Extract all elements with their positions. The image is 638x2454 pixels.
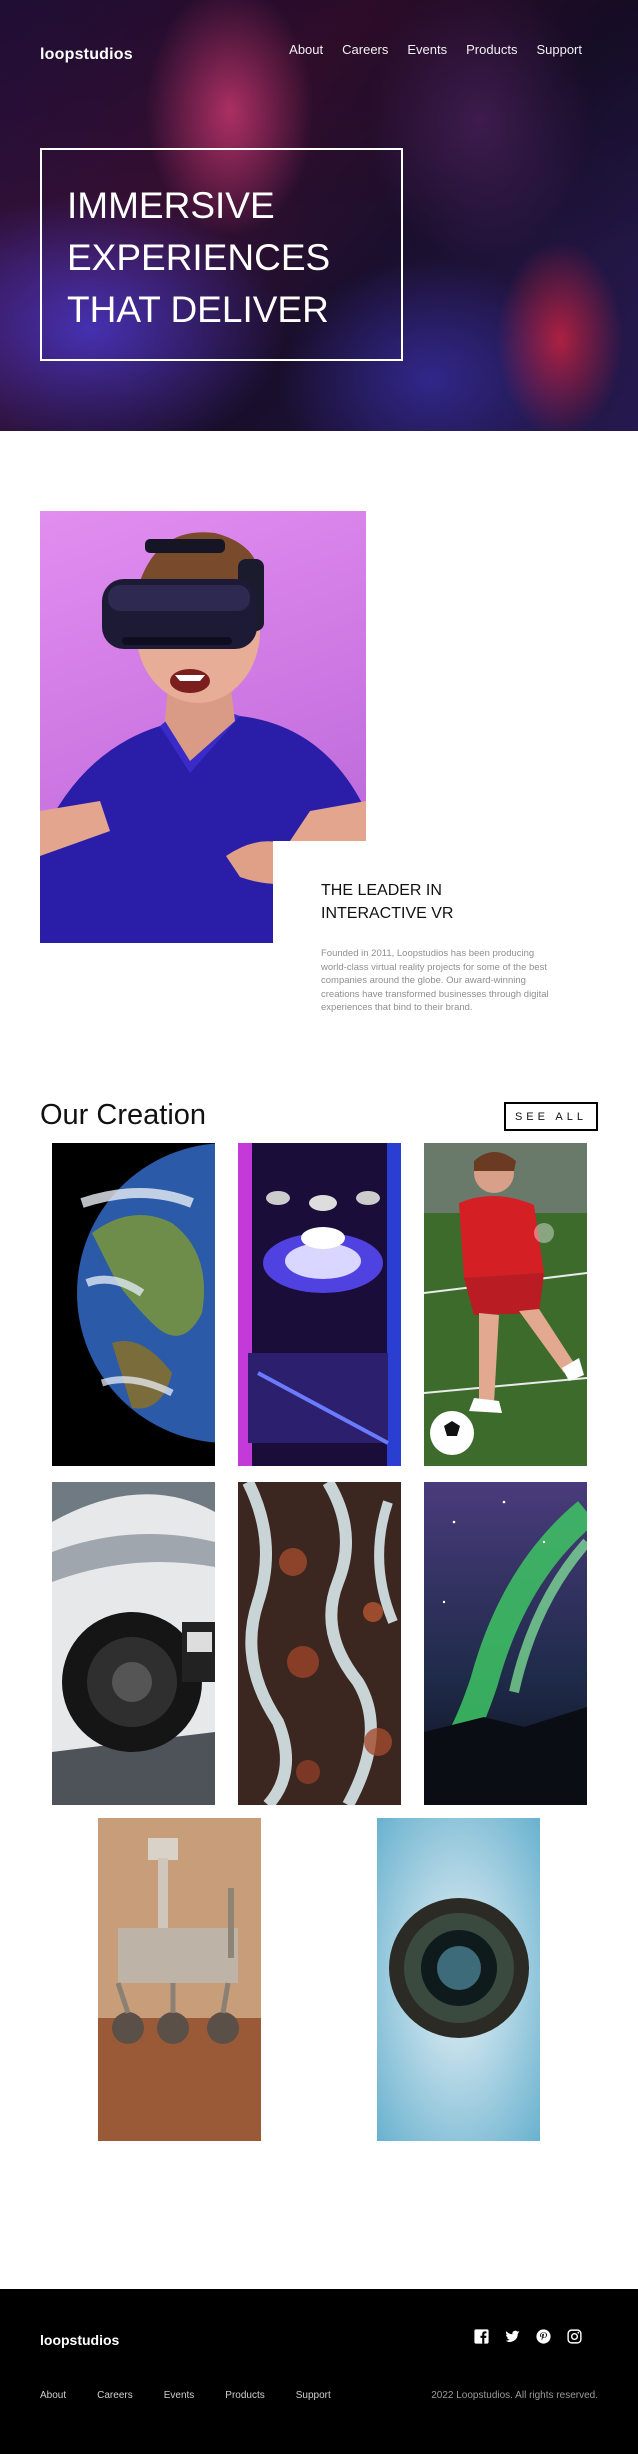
footer: loopstudios About Careers Events Product… [0, 2289, 638, 2454]
logo[interactable]: loopstudios [40, 46, 133, 64]
creation-tile-rover[interactable] [98, 1818, 261, 2141]
footer-links: About Careers Events Products Support [40, 2390, 331, 2401]
creation-tile-aurora[interactable] [424, 1482, 587, 1805]
nav-link-events[interactable]: Events [407, 42, 447, 57]
top-navigation: loopstudios About Careers Events Product… [40, 42, 582, 66]
footer-link-events[interactable]: Events [164, 2390, 195, 2401]
nav-link-careers[interactable]: Careers [342, 42, 388, 57]
creations-header: Our Creation See All [40, 1099, 598, 1133]
footer-link-careers[interactable]: Careers [97, 2390, 133, 2401]
creation-tile-arcade[interactable] [238, 1143, 401, 1466]
about-description: Founded in 2011, Loopstudios has been pr… [321, 948, 549, 1013]
social-links [473, 2328, 583, 2345]
about-heading: The leader in interactive VR [321, 882, 454, 922]
nav-links: About Careers Events Products Support [289, 42, 582, 57]
creation-tile-race-car[interactable] [52, 1482, 215, 1805]
creations-section: Our Creation See All [0, 1099, 638, 2289]
hero-title: Immersive experiences that deliver [67, 185, 331, 330]
creation-tile-soccer[interactable] [424, 1143, 587, 1466]
creation-tile-earth[interactable] [52, 1143, 215, 1466]
facebook-icon[interactable] [473, 2328, 490, 2345]
copyright-text: 2022 Loopstudios. All rights reserved. [431, 2390, 598, 2401]
hero-section: loopstudios About Careers Events Product… [0, 0, 638, 431]
nav-link-about[interactable]: About [289, 42, 323, 57]
nav-link-support[interactable]: Support [536, 42, 582, 57]
twitter-icon[interactable] [504, 2328, 521, 2345]
see-all-button[interactable]: See All [504, 1102, 598, 1131]
instagram-icon[interactable] [566, 2328, 583, 2345]
footer-link-products[interactable]: Products [225, 2390, 264, 2401]
pinterest-icon[interactable] [535, 2328, 552, 2345]
footer-logo[interactable]: loopstudios [40, 2332, 119, 2348]
nav-link-products[interactable]: Products [466, 42, 517, 57]
creation-tile-pattern[interactable] [238, 1482, 401, 1805]
footer-link-about[interactable]: About [40, 2390, 66, 2401]
about-section: The leader in interactive VR Founded in … [0, 431, 638, 1099]
about-card: The leader in interactive VR Founded in … [273, 841, 598, 1041]
footer-link-support[interactable]: Support [296, 2390, 331, 2401]
creation-tile-fisheye[interactable] [377, 1818, 540, 2141]
hero-title-box: Immersive experiences that deliver [40, 148, 403, 361]
creations-title: Our Creation [40, 1099, 207, 1131]
